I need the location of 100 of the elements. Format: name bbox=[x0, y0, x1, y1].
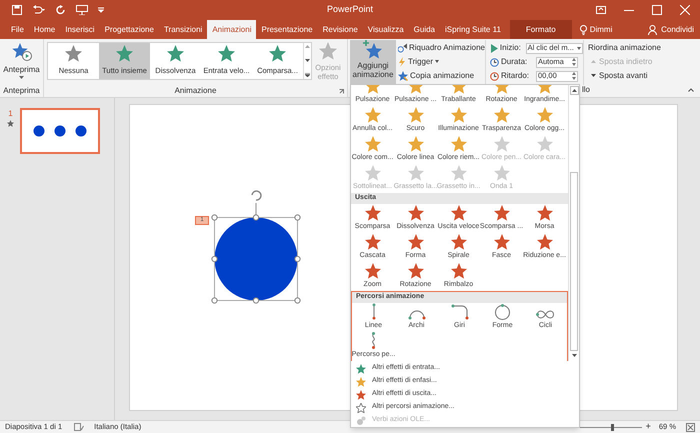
star-outline-icon bbox=[356, 402, 366, 412]
motion-path-icon bbox=[371, 332, 376, 349]
group-label: llo bbox=[582, 84, 590, 96]
add-animation-button[interactable]: Aggiungi animazione bbox=[350, 40, 396, 84]
animation-star-icon bbox=[7, 120, 14, 127]
dialog-launcher-icon bbox=[339, 88, 344, 94]
tell-me-button[interactable]: Dimmi bbox=[580, 20, 612, 39]
more-icon bbox=[305, 73, 310, 77]
star-icon bbox=[408, 107, 424, 123]
star-icon bbox=[116, 45, 133, 62]
slide-number: 1 bbox=[8, 108, 13, 120]
star-icon bbox=[408, 136, 424, 152]
three-dots-drawing bbox=[33, 125, 87, 137]
triangle-up-icon bbox=[591, 60, 596, 63]
star-icon bbox=[536, 234, 552, 250]
star-icon bbox=[536, 136, 552, 152]
zoom-in-button[interactable]: + bbox=[646, 420, 651, 433]
star-icon bbox=[494, 107, 510, 123]
spinner-arrows-icon bbox=[572, 72, 576, 80]
zoom-thumb[interactable] bbox=[611, 424, 614, 430]
presentation-icon[interactable] bbox=[76, 5, 88, 15]
share-button[interactable]: Condividi bbox=[648, 20, 694, 39]
undo-icon[interactable] bbox=[32, 5, 46, 15]
preview-button[interactable]: Anteprima bbox=[3, 39, 40, 85]
ribbon-tab[interactable]: Animazioni bbox=[207, 20, 256, 39]
gallery-scrollbar[interactable] bbox=[568, 85, 579, 361]
redo-icon[interactable] bbox=[56, 5, 66, 15]
close-icon[interactable] bbox=[680, 5, 690, 15]
collapse-ribbon-icon[interactable] bbox=[688, 88, 694, 92]
ribbon-command[interactable]: Riquadro Animazione bbox=[398, 42, 485, 53]
star-icon bbox=[408, 205, 424, 221]
zoom-slider[interactable] bbox=[578, 424, 642, 430]
star-icon bbox=[450, 136, 466, 152]
star-icon bbox=[536, 107, 552, 123]
star-icon bbox=[356, 390, 366, 400]
motion-path-icon bbox=[495, 304, 510, 320]
reorder-title: Riordina animazione bbox=[588, 42, 661, 53]
reorder-button[interactable]: Sposta avanti bbox=[588, 70, 661, 81]
scroll-up-icon bbox=[305, 45, 310, 48]
star-icon bbox=[408, 165, 424, 181]
star-icon bbox=[167, 45, 184, 62]
ribbon-tab[interactable]: Revisione bbox=[318, 20, 363, 39]
motion-path-icon bbox=[408, 310, 426, 320]
clock-icon bbox=[490, 58, 499, 66]
star-icon bbox=[65, 45, 82, 62]
save-icon[interactable] bbox=[12, 5, 22, 15]
ribbon-tab[interactable]: Transizioni bbox=[158, 20, 208, 39]
clock-icon bbox=[490, 72, 499, 80]
slide-thumbnail[interactable] bbox=[20, 108, 100, 154]
star-icon bbox=[364, 136, 380, 152]
star-icon bbox=[408, 263, 424, 279]
ribbon-tab[interactable]: Guida bbox=[408, 20, 440, 39]
ribbon-command[interactable]: Trigger bbox=[398, 56, 485, 67]
play-icon bbox=[490, 44, 498, 52]
ribbon-tab[interactable]: Home bbox=[28, 20, 60, 39]
star-play-icon bbox=[10, 42, 32, 62]
star-icon bbox=[494, 165, 510, 181]
fit-to-window-icon[interactable] bbox=[686, 422, 695, 432]
star-plus-icon bbox=[362, 40, 384, 60]
motion-path-icon bbox=[450, 304, 468, 320]
star-icon bbox=[450, 165, 466, 181]
star-icon bbox=[450, 107, 466, 123]
ribbon-tab[interactable]: Presentazione bbox=[256, 20, 318, 39]
ribbon-display-icon[interactable] bbox=[596, 6, 606, 14]
star-icon bbox=[269, 45, 286, 62]
scroll-thumb[interactable] bbox=[570, 172, 578, 352]
person-icon bbox=[648, 24, 658, 34]
triangle-down-icon bbox=[591, 74, 596, 77]
star-icon bbox=[494, 136, 510, 152]
ribbon-tab[interactable]: iSpring Suite 11 bbox=[440, 20, 506, 39]
scroll-down-icon bbox=[305, 59, 310, 62]
gallery-scrollbar[interactable] bbox=[303, 43, 311, 79]
caret-icon bbox=[19, 76, 24, 80]
lightbulb-icon bbox=[580, 24, 587, 34]
ribbon-tab[interactable]: Inserisci bbox=[60, 20, 100, 39]
star-icon bbox=[450, 205, 466, 221]
group-label: Anteprima bbox=[3, 85, 40, 97]
caret-icon bbox=[435, 60, 440, 63]
ribbon-tab[interactable]: Visualizza bbox=[362, 20, 409, 39]
star-icon bbox=[364, 263, 380, 279]
ribbon-tab[interactable]: Formato bbox=[510, 20, 572, 39]
star-icon bbox=[408, 234, 424, 250]
star-icon bbox=[356, 376, 366, 386]
notes-check-icon[interactable] bbox=[74, 423, 84, 431]
star-icon bbox=[536, 205, 552, 221]
star-icon bbox=[494, 205, 510, 221]
star-icon bbox=[356, 364, 366, 374]
ribbon-tab[interactable]: File bbox=[6, 20, 29, 39]
motion-path-icon bbox=[536, 310, 555, 320]
start-label: Inizio: bbox=[500, 42, 522, 54]
customize-icon[interactable] bbox=[98, 7, 104, 13]
maximize-icon[interactable] bbox=[652, 5, 662, 15]
ribbon-tab[interactable]: Progettazione bbox=[100, 20, 159, 39]
star-icon bbox=[364, 165, 380, 181]
motion-path-icon bbox=[372, 303, 376, 320]
lightning-icon bbox=[398, 56, 406, 66]
star-icon bbox=[319, 42, 337, 60]
ribbon-command[interactable]: Copia animazione bbox=[398, 70, 485, 81]
star-icon bbox=[450, 234, 466, 250]
star-icon bbox=[364, 107, 380, 123]
